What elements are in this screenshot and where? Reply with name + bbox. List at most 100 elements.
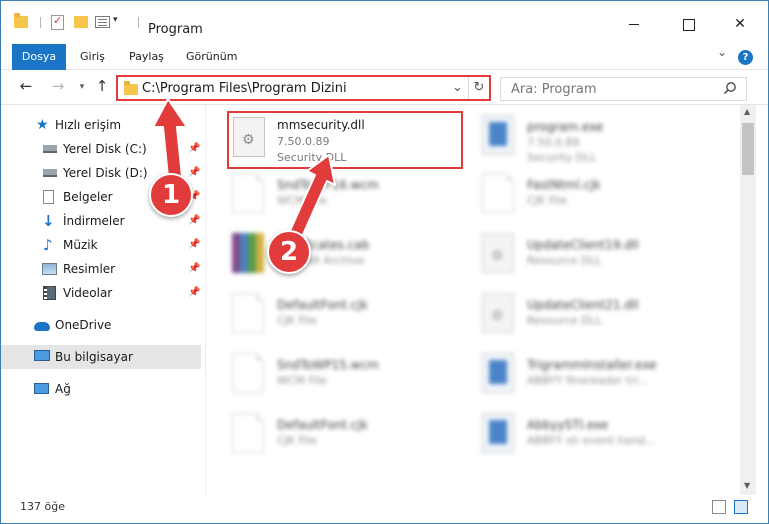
toolbar-separator xyxy=(138,17,139,28)
file-item[interactable]: DefaultFont.cjk CJK File xyxy=(207,289,462,345)
file-name: UpdateClient19.dll xyxy=(527,238,639,252)
tab-home[interactable]: Giriş xyxy=(80,44,105,70)
file-name: TrigrammInstaller.exe xyxy=(527,358,657,372)
properties-icon[interactable] xyxy=(51,14,64,30)
pin-icon[interactable]: 📌 xyxy=(188,209,200,233)
step-badge-1: 1 xyxy=(149,173,193,217)
close-button[interactable]: ✕ xyxy=(728,13,752,35)
file-type: Resource DLL xyxy=(527,254,602,267)
sidebar-item-this-pc[interactable]: Bu bilgisayar xyxy=(1,345,201,369)
details-view-icon[interactable] xyxy=(712,500,726,514)
sidebar-item-label: Müzik xyxy=(63,238,98,252)
tab-view[interactable]: Görünüm xyxy=(186,44,237,70)
music-icon: ♪ xyxy=(43,236,53,254)
exe-file-icon xyxy=(482,353,514,393)
file-item[interactable]: SndToWP15.wcm WCM File xyxy=(207,349,462,405)
file-icon xyxy=(232,413,264,453)
sidebar-item-label: Yerel Disk (C:) xyxy=(63,142,147,156)
pictures-icon xyxy=(42,263,57,275)
back-arrow-icon[interactable]: ← xyxy=(17,77,35,95)
address-dropdown-icon[interactable]: ⌄ xyxy=(452,80,463,95)
scroll-down-arrow-icon[interactable]: ▼ xyxy=(744,481,750,490)
recent-locations-icon[interactable]: ▾ xyxy=(73,82,91,92)
status-bar: 137 öğe xyxy=(1,495,768,523)
file-type: CJK File xyxy=(277,314,318,327)
file-type: Security DLL xyxy=(527,151,597,164)
scroll-up-arrow-icon[interactable]: ▲ xyxy=(744,107,750,116)
expand-ribbon-icon[interactable]: ⌄ xyxy=(717,45,727,59)
sidebar-item-label: Ağ xyxy=(55,382,71,396)
title-bar: ▾ Program ✕ xyxy=(1,1,768,41)
scroll-thumb[interactable] xyxy=(742,123,754,175)
sidebar-item-music[interactable]: ♪ Müzik 📌 xyxy=(1,233,201,257)
large-icons-view-icon[interactable] xyxy=(734,500,748,514)
file-item[interactable]: program.exe 7.50.0.89 Security DLL xyxy=(457,111,712,167)
file-name: SndToWP15.wcm xyxy=(277,358,379,372)
file-name: DefaultFont.cjk xyxy=(277,298,368,312)
file-icon xyxy=(232,293,264,333)
step-badge-2: 2 xyxy=(267,230,311,274)
file-type: CJK File xyxy=(277,434,318,447)
explorer-window: ▾ Program ✕ Dosya Giriş Paylaş Görünüm ⌄… xyxy=(0,0,769,524)
file-name: UpdateClient21.dll xyxy=(527,298,639,312)
sidebar-item-videos[interactable]: Videolar 📌 xyxy=(1,281,201,305)
star-icon: ★ xyxy=(36,117,49,133)
exe-file-icon xyxy=(482,115,514,155)
maximize-button[interactable] xyxy=(676,13,700,35)
address-path[interactable]: C:\Program Files\Program Dizini xyxy=(142,81,347,96)
file-item[interactable]: FastNtml.cjk CJK File xyxy=(457,169,712,225)
pin-icon[interactable]: 📌 xyxy=(188,233,200,257)
file-item[interactable]: TrigrammInstaller.exe ABBYY finereader t… xyxy=(457,349,712,405)
forward-arrow-icon[interactable]: → xyxy=(49,77,67,95)
tab-file[interactable]: Dosya xyxy=(12,44,66,70)
item-count: 137 öğe xyxy=(20,500,65,513)
file-version: 7.50.0.89 xyxy=(277,135,330,148)
file-icon xyxy=(232,173,264,213)
refresh-icon[interactable]: ↻ xyxy=(468,77,489,99)
file-version: 7.50.0.89 xyxy=(527,136,580,149)
file-type: CJK File xyxy=(527,194,568,207)
file-item[interactable]: UpdateClient19.dll Resource DLL xyxy=(457,229,712,285)
file-item[interactable]: UpdateClient21.dll Resource DLL xyxy=(457,289,712,345)
window-title: Program xyxy=(148,22,203,37)
up-arrow-icon[interactable]: ↑ xyxy=(93,77,111,95)
ribbon-tabs: Dosya Giriş Paylaş Görünüm ⌄ ? xyxy=(1,44,768,70)
sidebar-item-label: İndirmeler xyxy=(63,214,125,228)
search-icon[interactable] xyxy=(723,81,737,95)
pin-icon[interactable]: 📌 xyxy=(188,257,200,281)
sidebar-item-label: Yerel Disk (D:) xyxy=(63,166,148,180)
customize-toolbar-icon[interactable] xyxy=(95,16,110,28)
file-name: AbbyySTI.exe xyxy=(527,418,609,432)
folder-icon xyxy=(14,13,28,28)
exe-file-icon xyxy=(482,413,514,453)
new-folder-icon[interactable] xyxy=(74,16,88,28)
sidebar-item-pictures[interactable]: Resimler 📌 xyxy=(1,257,201,281)
videos-icon xyxy=(43,286,56,300)
downloads-icon: ↓ xyxy=(42,212,55,230)
sidebar-item-label: Hızlı erişim xyxy=(55,118,122,132)
minimize-button[interactable] xyxy=(622,13,646,35)
search-input[interactable]: Ara: Program xyxy=(500,77,747,101)
drive-icon xyxy=(43,169,57,177)
file-icon xyxy=(232,353,264,393)
tab-share[interactable]: Paylaş xyxy=(129,44,164,70)
sidebar-item-label: Bu bilgisayar xyxy=(55,350,133,364)
drive-icon xyxy=(43,145,57,153)
vertical-scrollbar[interactable]: ▲ ▼ xyxy=(740,105,756,495)
dll-file-icon xyxy=(482,233,514,273)
network-icon xyxy=(34,383,49,394)
sidebar-item-label: Resimler xyxy=(63,262,116,276)
help-icon[interactable]: ? xyxy=(738,50,753,65)
file-name: DefaultFont.cjk xyxy=(277,418,368,432)
sidebar-item-network[interactable]: Ağ xyxy=(1,377,201,401)
file-type: ABBYY finereader tri... xyxy=(527,374,649,387)
dll-file-icon xyxy=(482,293,514,333)
file-type: WCM File xyxy=(277,374,327,387)
computer-icon xyxy=(34,350,50,361)
chevron-down-icon[interactable]: ▾ xyxy=(113,15,118,31)
file-item[interactable]: DefaultFont.cjk CJK File xyxy=(207,409,462,465)
sidebar-item-onedrive[interactable]: OneDrive xyxy=(1,313,201,337)
file-item[interactable]: AbbyySTI.exe ABBYY sti event hand... xyxy=(457,409,712,465)
pin-icon[interactable]: 📌 xyxy=(188,281,200,305)
toolbar-separator xyxy=(40,17,41,28)
